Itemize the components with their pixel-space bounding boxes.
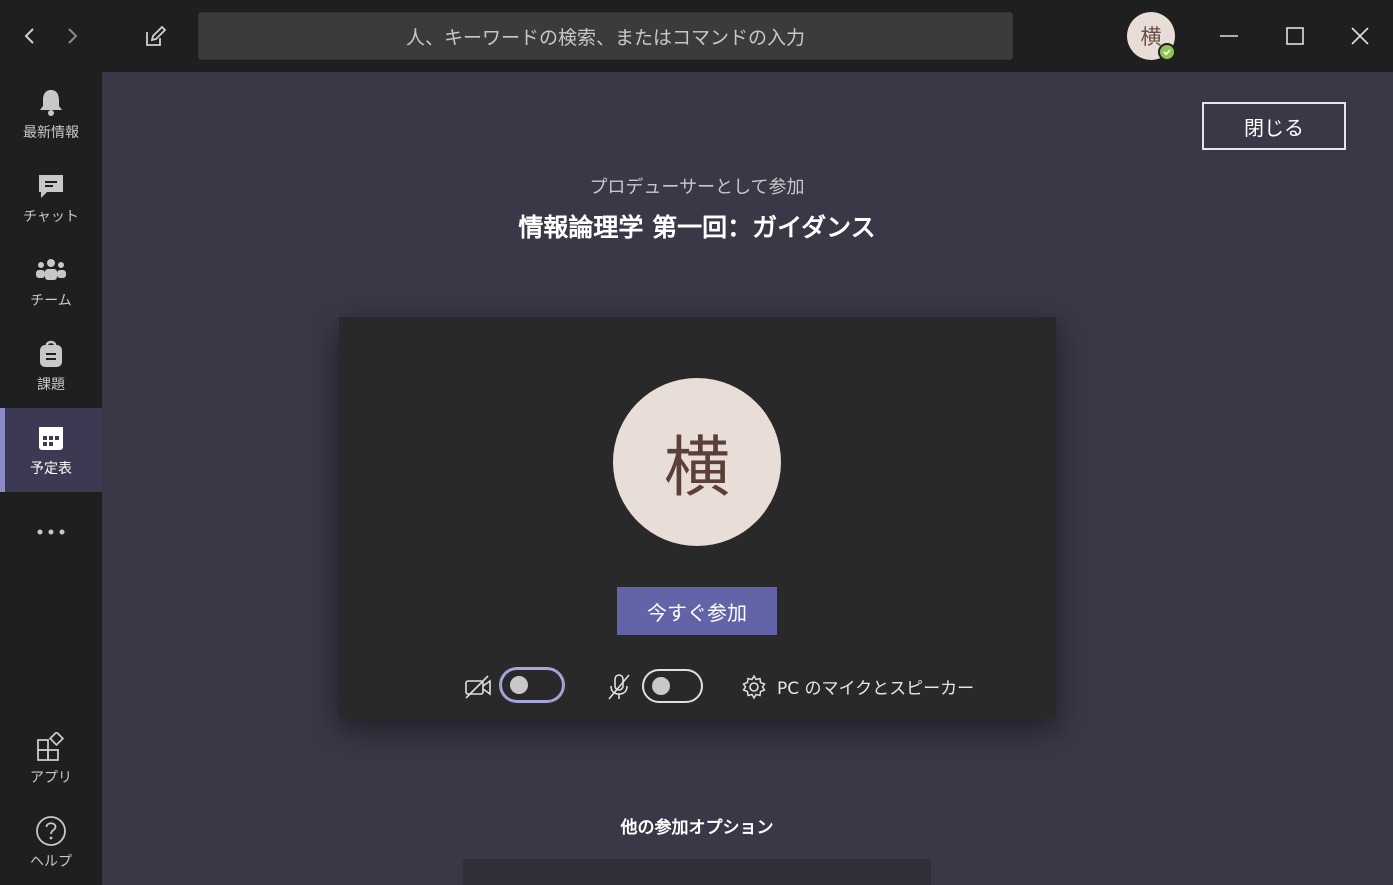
app-rail: 最新情報 チャット チーム 課題 予定表 アプリ ヘルプ xyxy=(0,72,102,885)
search-input[interactable]: 人、キーワードの検索、またはコマンドの入力 xyxy=(198,12,1013,60)
camera-toggle[interactable] xyxy=(500,668,564,702)
close-window-button[interactable] xyxy=(1340,16,1380,56)
maximize-button[interactable] xyxy=(1275,16,1315,56)
calendar-icon xyxy=(35,422,67,454)
self-avatar: 横 xyxy=(613,378,781,546)
camera-off-icon xyxy=(463,672,493,702)
rail-item-calendar[interactable]: 予定表 xyxy=(0,408,102,492)
rail-item-label: ヘルプ xyxy=(30,854,72,870)
minimize-icon xyxy=(1220,35,1238,37)
more-icon xyxy=(35,516,67,548)
new-chat-button[interactable] xyxy=(138,20,172,54)
join-now-button[interactable]: 今すぐ参加 xyxy=(617,587,777,635)
other-join-options-title: 他の参加オプション xyxy=(620,818,774,838)
more-apps-button[interactable] xyxy=(0,492,102,576)
rail-item-help[interactable]: ヘルプ xyxy=(0,801,102,885)
rail-item-assignments[interactable]: 課題 xyxy=(0,324,102,408)
join-as-label: プロデューサーとして参加 xyxy=(589,177,805,198)
meeting-title: 情報論理学 第一回：ガイダンス xyxy=(518,213,876,242)
rail-item-activity[interactable]: 最新情報 xyxy=(0,72,102,156)
rail-item-teams[interactable]: チーム xyxy=(0,240,102,324)
rail-item-label: 予定表 xyxy=(30,461,72,477)
minimize-button[interactable] xyxy=(1209,16,1249,56)
rail-item-label: 最新情報 xyxy=(23,125,79,141)
assignments-icon xyxy=(35,338,67,370)
teams-window: 人、キーワードの検索、またはコマンドの入力 横 最新情報 チャット チーム 課題… xyxy=(0,0,1393,885)
toggle-knob xyxy=(510,676,528,694)
gear-icon[interactable] xyxy=(739,672,769,702)
rail-item-label: チーム xyxy=(30,293,72,309)
close-button[interactable]: 閉じる xyxy=(1202,102,1346,150)
close-icon xyxy=(1351,27,1369,45)
compose-icon xyxy=(146,25,167,46)
audio-device-settings[interactable]: PC のマイクとスピーカー xyxy=(777,674,974,699)
back-button[interactable] xyxy=(14,20,46,52)
forward-button[interactable] xyxy=(56,20,88,52)
rail-item-label: チャット xyxy=(23,209,79,225)
mic-off-icon xyxy=(604,672,634,702)
chevron-right-icon xyxy=(68,28,78,44)
rail-item-label: 課題 xyxy=(37,377,65,393)
prejoin-card: 横 今すぐ参加 PC のマイクとスピーカー xyxy=(339,317,1056,719)
presence-available-icon xyxy=(1158,43,1176,61)
rail-item-label: アプリ xyxy=(30,770,72,786)
chat-icon xyxy=(35,170,67,202)
mic-toggle[interactable] xyxy=(642,669,703,703)
bell-icon xyxy=(35,86,67,118)
chevron-left-icon xyxy=(24,28,34,44)
help-icon xyxy=(35,815,67,847)
toggle-knob xyxy=(652,677,670,695)
rail-item-apps[interactable]: アプリ xyxy=(0,717,102,801)
meeting-prejoin-screen: 閉じる プロデューサーとして参加 情報論理学 第一回：ガイダンス 横 今すぐ参加… xyxy=(102,72,1393,885)
apps-icon xyxy=(35,731,67,763)
other-join-options-panel[interactable] xyxy=(463,859,931,885)
teams-icon xyxy=(35,254,67,286)
title-bar: 人、キーワードの検索、またはコマンドの入力 横 xyxy=(0,0,1393,72)
rail-item-chat[interactable]: チャット xyxy=(0,156,102,240)
maximize-icon xyxy=(1286,27,1304,45)
